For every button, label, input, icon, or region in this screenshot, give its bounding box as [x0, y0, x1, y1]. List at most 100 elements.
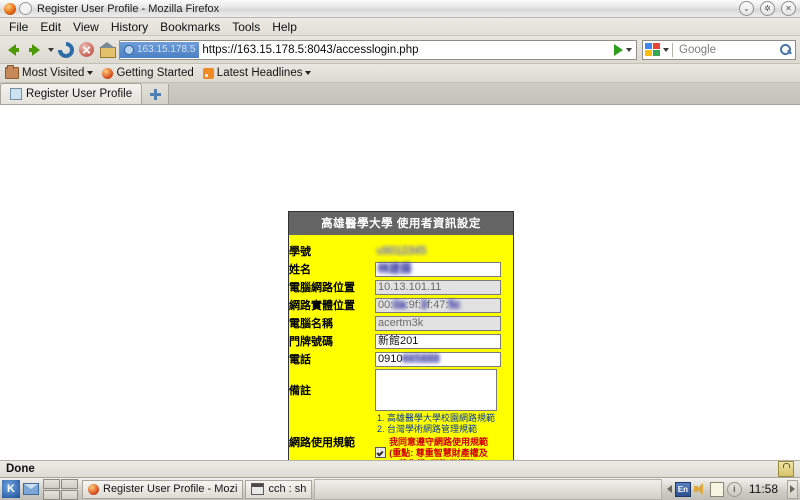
bookmark-label: Latest Headlines	[216, 67, 303, 79]
site-identity-host: 163.15.178.5	[137, 44, 196, 55]
stop-button[interactable]	[77, 40, 96, 59]
agreement-line: 著作權, 不盜用網路)	[389, 459, 488, 460]
folder-icon	[5, 65, 19, 79]
tab-bar: Register User Profile	[0, 83, 800, 105]
agreement-line: (重點: 尊重智慧財產權及	[389, 448, 488, 458]
field-label-ip-address: 電腦網路位置	[289, 282, 355, 294]
table-row: 備註	[289, 368, 513, 412]
field-textarea-note[interactable]	[375, 369, 497, 411]
home-button[interactable]	[98, 40, 117, 59]
clock[interactable]: 11:58	[745, 482, 782, 496]
k-menu-button[interactable]: K	[2, 480, 20, 498]
tab-register-user-profile[interactable]: Register User Profile	[0, 83, 143, 104]
taskbar-hide-button[interactable]	[787, 479, 798, 499]
menu-bar: File Edit View History Bookmarks Tools H…	[0, 18, 800, 36]
field-input-room-number[interactable]: 新館201	[375, 333, 501, 349]
system-tray: En i 11:58	[664, 481, 785, 497]
table-row: 門牌號碼 新館201	[289, 332, 513, 350]
task-button-terminal[interactable]: cch : sh	[245, 479, 313, 499]
secure-connection-icon[interactable]	[778, 461, 794, 477]
shade-window-button[interactable]: ⌄	[739, 1, 754, 16]
agreement-checkbox[interactable]	[375, 447, 386, 458]
mail-launcher-icon[interactable]	[22, 481, 39, 498]
firefox-icon	[88, 483, 99, 495]
table-row: 學號 u9012345	[289, 242, 513, 260]
history-dropdown-icon[interactable]	[48, 47, 54, 52]
table-row: 電話 0910665888	[289, 350, 513, 368]
favicon	[10, 88, 22, 100]
agreement-text: 我同意遵守網路使用規範 (重點: 尊重智慧財產權及 著作權, 不盜用網路)	[389, 437, 488, 460]
search-engine-dropdown-icon[interactable]	[663, 47, 669, 52]
task-label: Register User Profile - Mozi	[103, 483, 238, 495]
browser-window: Register User Profile - Mozilla Firefox …	[0, 0, 800, 500]
field-label-computer-name: 電腦名稱	[289, 318, 333, 330]
input-method-icon[interactable]: En	[674, 481, 691, 497]
rule-item[interactable]: 2. 台灣學術網路管理規範	[377, 424, 513, 435]
address-dropdown-icon[interactable]	[626, 47, 632, 52]
search-input[interactable]: Google	[676, 44, 780, 56]
go-button[interactable]	[614, 43, 623, 56]
bookmark-getting-started[interactable]: Getting Started	[102, 67, 194, 79]
title-bar: Register User Profile - Mozilla Firefox …	[0, 0, 800, 18]
field-label-phone: 電話	[289, 354, 311, 366]
desktop-pager[interactable]	[43, 478, 78, 500]
site-identity-badge[interactable]: 163.15.178.5	[120, 41, 200, 58]
bookmark-label: Most Visited	[22, 67, 85, 79]
search-bar[interactable]: Google	[642, 39, 796, 60]
network-rules-list: 1. 高雄醫學大學校園網路規範 2. 台灣學術網路管理規範	[375, 413, 513, 435]
table-row: 網路使用規範 1. 高雄醫學大學校園網路規範 2. 台灣學術網路管理規範 我同意…	[289, 412, 513, 460]
address-bar[interactable]: 163.15.178.5 https://163.15.178.5:8043/a…	[119, 39, 637, 60]
back-button[interactable]	[4, 40, 23, 59]
field-label-student-id: 學號	[289, 246, 311, 258]
terminal-icon	[251, 483, 265, 495]
menu-help[interactable]: Help	[266, 19, 303, 35]
task-label: cch : sh	[268, 483, 307, 495]
window-settings-button[interactable]: ✲	[760, 1, 775, 16]
reload-button[interactable]	[56, 40, 75, 59]
field-label-name: 姓名	[289, 264, 311, 276]
table-row: 姓名 林建揚	[289, 260, 513, 278]
tray-collapse-icon[interactable]	[666, 485, 672, 493]
google-icon[interactable]	[645, 43, 660, 56]
menu-tools[interactable]: Tools	[226, 19, 266, 35]
info-icon[interactable]: i	[726, 481, 742, 497]
search-icon[interactable]	[780, 43, 792, 56]
task-button-firefox[interactable]: Register User Profile - Mozi	[82, 479, 244, 499]
status-text: Done	[6, 463, 35, 475]
navigation-toolbar: 163.15.178.5 https://163.15.178.5:8043/a…	[0, 36, 800, 64]
agreement-block: 我同意遵守網路使用規範 (重點: 尊重智慧財產權及 著作權, 不盜用網路)	[375, 437, 513, 460]
rule-item[interactable]: 1. 高雄醫學大學校園網路規範	[377, 413, 513, 424]
menu-view[interactable]: View	[67, 19, 105, 35]
close-window-button[interactable]: ✕	[781, 1, 796, 16]
form-header: 高雄醫學大學 使用者資訊設定	[289, 212, 513, 235]
field-input-mac-address: 00:0a:9f:3f:47:5c	[375, 297, 501, 313]
clipboard-icon[interactable]	[709, 481, 724, 497]
bookmark-most-visited[interactable]: Most Visited	[5, 65, 94, 79]
tab-label: Register User Profile	[26, 88, 133, 100]
status-bar: Done	[0, 460, 800, 477]
volume-icon[interactable]	[693, 483, 707, 495]
forward-button[interactable]	[25, 40, 44, 59]
rss-icon	[202, 67, 214, 79]
field-label-network-rules: 網路使用規範	[289, 436, 355, 449]
bookmark-label: Getting Started	[116, 67, 194, 79]
menu-file[interactable]: File	[3, 19, 34, 35]
menu-history[interactable]: History	[105, 19, 154, 35]
chevron-down-icon	[87, 71, 94, 75]
menu-bookmarks[interactable]: Bookmarks	[154, 19, 226, 35]
firefox-icon	[4, 2, 16, 15]
field-input-name[interactable]: 林建揚	[378, 263, 411, 275]
url-text[interactable]: https://163.15.178.5:8043/accesslogin.ph…	[199, 44, 614, 56]
table-row: 電腦網路位置 10.13.101.11	[289, 278, 513, 296]
plus-icon	[149, 88, 161, 100]
page-content: 高雄醫學大學 使用者資訊設定 學號 u9012345 姓名 林建揚 電腦網路位置…	[0, 105, 800, 460]
new-tab-button[interactable]	[142, 84, 170, 104]
field-value-student-id: u9012345	[377, 245, 426, 257]
field-input-phone[interactable]: 0910665888	[375, 351, 501, 367]
user-profile-form: 高雄醫學大學 使用者資訊設定 學號 u9012345 姓名 林建揚 電腦網路位置…	[288, 211, 514, 460]
bookmark-latest-headlines[interactable]: Latest Headlines	[202, 67, 312, 79]
firefox-icon	[102, 67, 114, 79]
taskbar-empty-area	[314, 478, 662, 500]
menu-edit[interactable]: Edit	[34, 19, 67, 35]
window-menu-icon[interactable]	[19, 2, 32, 15]
